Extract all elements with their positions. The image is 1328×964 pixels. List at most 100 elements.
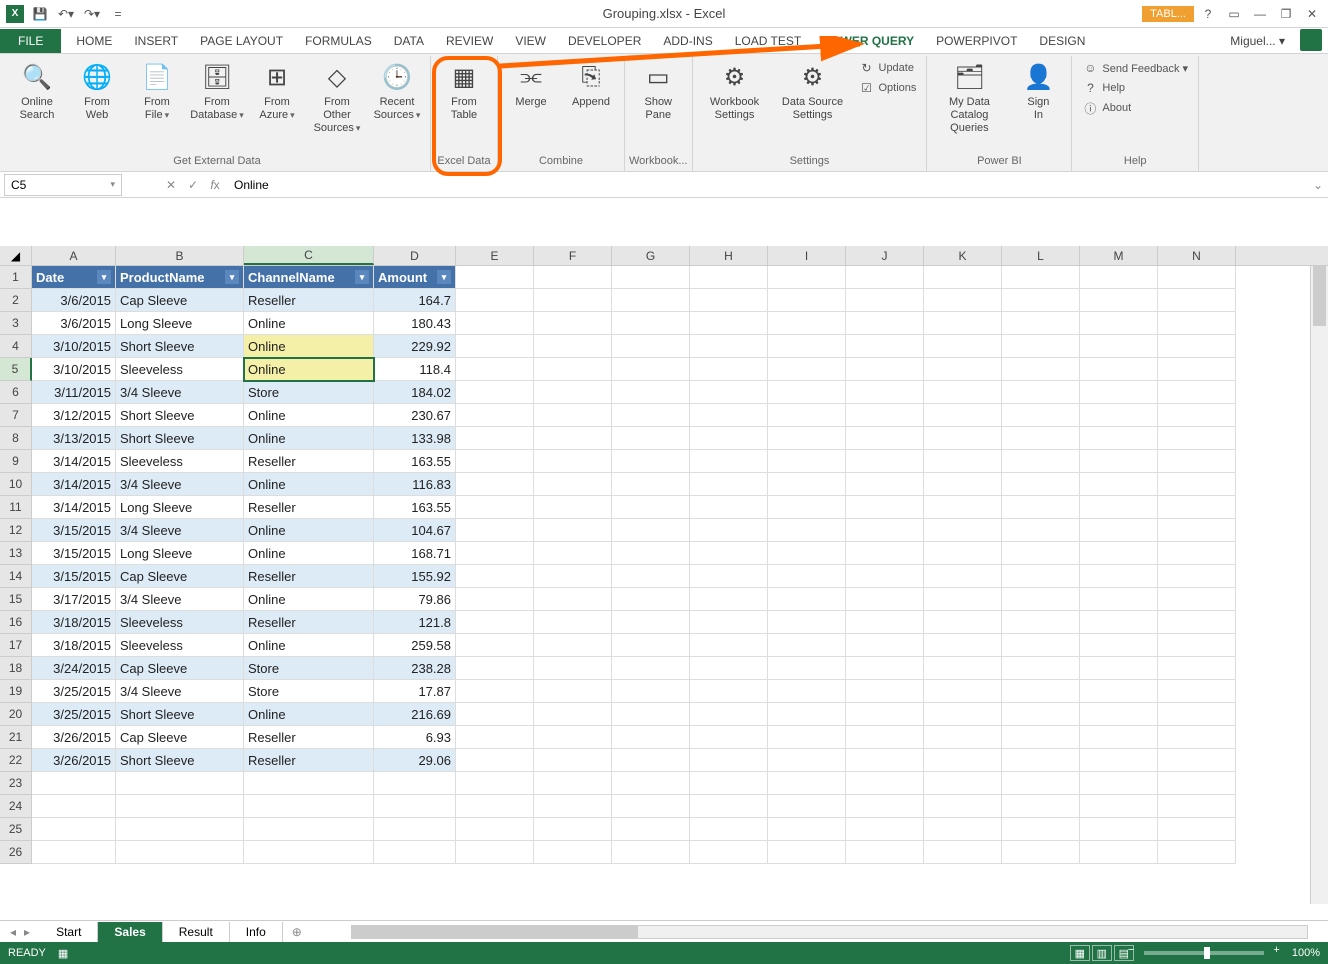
- cell[interactable]: [612, 335, 690, 358]
- cell[interactable]: [1158, 611, 1236, 634]
- ribbon-tab-add-ins[interactable]: ADD-INS: [652, 29, 723, 53]
- cell[interactable]: [768, 542, 846, 565]
- cell[interactable]: [690, 657, 768, 680]
- options-button[interactable]: ☑Options: [859, 80, 917, 96]
- cell[interactable]: [534, 289, 612, 312]
- cell[interactable]: [768, 657, 846, 680]
- view-normal-icon[interactable]: ▦: [1070, 945, 1090, 961]
- cell[interactable]: [690, 703, 768, 726]
- cell[interactable]: [612, 473, 690, 496]
- cell[interactable]: 17.87: [374, 680, 456, 703]
- ribbon-tab-file[interactable]: FILE: [0, 29, 61, 53]
- cell[interactable]: [1080, 427, 1158, 450]
- cell[interactable]: [612, 680, 690, 703]
- cell[interactable]: Short Sleeve: [116, 749, 244, 772]
- cell[interactable]: [690, 312, 768, 335]
- cell[interactable]: [1158, 266, 1236, 289]
- ribbon-tab-power-query[interactable]: POWER QUERY: [812, 29, 925, 53]
- cell[interactable]: [768, 496, 846, 519]
- cell[interactable]: [612, 634, 690, 657]
- cell[interactable]: 3/6/2015: [32, 312, 116, 335]
- cell[interactable]: [534, 634, 612, 657]
- cell[interactable]: [1002, 749, 1080, 772]
- formula-input[interactable]: [226, 174, 1308, 196]
- from-other-sources-button[interactable]: ◇From OtherSources: [308, 56, 366, 138]
- cell[interactable]: Reseller: [244, 749, 374, 772]
- cell[interactable]: [534, 565, 612, 588]
- cell[interactable]: Reseller: [244, 611, 374, 634]
- cell[interactable]: [768, 450, 846, 473]
- cell[interactable]: [374, 795, 456, 818]
- cell[interactable]: [1158, 795, 1236, 818]
- sign-in-button[interactable]: 👤SignIn: [1009, 56, 1067, 124]
- cell[interactable]: [924, 565, 1002, 588]
- cell[interactable]: 3/25/2015: [32, 703, 116, 726]
- cell[interactable]: [1080, 841, 1158, 864]
- sheet-tab-result[interactable]: Result: [163, 922, 230, 942]
- row-header[interactable]: 26: [0, 841, 32, 864]
- cell[interactable]: Online: [244, 312, 374, 335]
- row-header[interactable]: 9: [0, 450, 32, 473]
- cell[interactable]: 3/11/2015: [32, 381, 116, 404]
- ribbon-tab-data[interactable]: DATA: [383, 29, 435, 53]
- cell[interactable]: [846, 841, 924, 864]
- row-header[interactable]: 22: [0, 749, 32, 772]
- cell[interactable]: [846, 703, 924, 726]
- row-header[interactable]: 19: [0, 680, 32, 703]
- cell[interactable]: [1158, 427, 1236, 450]
- cell[interactable]: Short Sleeve: [116, 703, 244, 726]
- cell[interactable]: [846, 519, 924, 542]
- cell[interactable]: 216.69: [374, 703, 456, 726]
- cell[interactable]: [534, 266, 612, 289]
- ribbon-tab-design[interactable]: DESIGN: [1028, 29, 1096, 53]
- cell[interactable]: [456, 358, 534, 381]
- cell[interactable]: [612, 657, 690, 680]
- cell[interactable]: Sleeveless: [116, 634, 244, 657]
- cell[interactable]: [846, 542, 924, 565]
- cell[interactable]: 238.28: [374, 657, 456, 680]
- cell[interactable]: [1158, 289, 1236, 312]
- cell[interactable]: [1002, 657, 1080, 680]
- cell[interactable]: 3/18/2015: [32, 611, 116, 634]
- cell[interactable]: [924, 450, 1002, 473]
- cell[interactable]: [1080, 473, 1158, 496]
- fx-icon[interactable]: fx: [204, 174, 226, 196]
- cell[interactable]: [846, 818, 924, 841]
- cell[interactable]: [1158, 772, 1236, 795]
- cell[interactable]: Long Sleeve: [116, 496, 244, 519]
- ribbon-tab-powerpivot[interactable]: POWERPIVOT: [925, 29, 1028, 53]
- cell[interactable]: [846, 680, 924, 703]
- cell[interactable]: [1002, 795, 1080, 818]
- cell[interactable]: [612, 726, 690, 749]
- cell[interactable]: [244, 795, 374, 818]
- zoom-percent[interactable]: 100%: [1292, 947, 1320, 959]
- cell[interactable]: 6.93: [374, 726, 456, 749]
- cell[interactable]: [1002, 588, 1080, 611]
- cell[interactable]: [768, 634, 846, 657]
- row-header[interactable]: 20: [0, 703, 32, 726]
- cell[interactable]: [1080, 588, 1158, 611]
- cell[interactable]: [768, 749, 846, 772]
- cell[interactable]: [32, 841, 116, 864]
- cell[interactable]: [612, 703, 690, 726]
- cell[interactable]: Online: [244, 588, 374, 611]
- cell[interactable]: [612, 312, 690, 335]
- cell[interactable]: 3/10/2015: [32, 335, 116, 358]
- cell[interactable]: [1158, 726, 1236, 749]
- cell[interactable]: Online: [244, 427, 374, 450]
- row-header[interactable]: 3: [0, 312, 32, 335]
- cell[interactable]: 163.55: [374, 496, 456, 519]
- cell[interactable]: Online: [244, 703, 374, 726]
- cell[interactable]: [456, 542, 534, 565]
- cell[interactable]: 3/25/2015: [32, 680, 116, 703]
- cell[interactable]: [1080, 542, 1158, 565]
- ribbon-tab-home[interactable]: HOME: [65, 29, 123, 53]
- minimize-icon[interactable]: —: [1248, 4, 1272, 24]
- cell[interactable]: [612, 266, 690, 289]
- user-account[interactable]: Miguel... ▾: [1219, 29, 1296, 53]
- cell[interactable]: [612, 358, 690, 381]
- cell[interactable]: 3/10/2015: [32, 358, 116, 381]
- update-button[interactable]: ↻Update: [859, 60, 914, 76]
- cell[interactable]: [924, 841, 1002, 864]
- cell[interactable]: [1080, 404, 1158, 427]
